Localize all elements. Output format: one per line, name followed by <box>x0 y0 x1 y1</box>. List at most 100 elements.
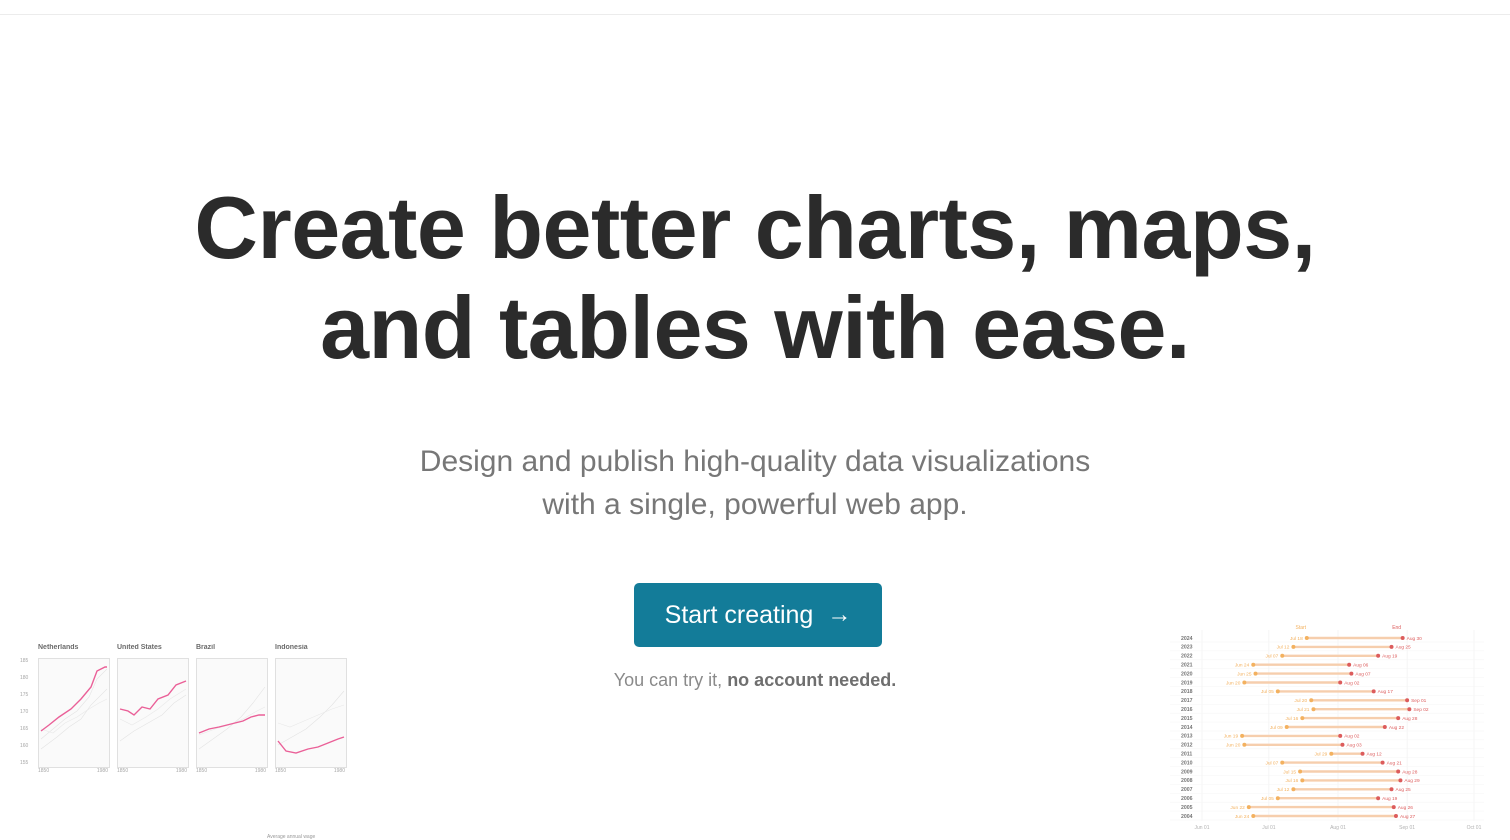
year-label: 2021 <box>1181 663 1193 669</box>
end-label: Aug 30 <box>1407 636 1423 642</box>
end-label: Aug 25 <box>1396 787 1412 793</box>
start-label: Jun 20 <box>1226 743 1241 749</box>
end-point <box>1396 716 1401 721</box>
panel-plot <box>38 658 110 768</box>
year-label: 2005 <box>1181 805 1193 811</box>
year-label: 2009 <box>1181 769 1193 775</box>
x-axis-ticks: 1850 1980 <box>196 768 266 774</box>
start-label: Jul 07 <box>1265 760 1278 766</box>
end-point <box>1391 805 1396 810</box>
line-plot <box>277 690 345 754</box>
end-label: Aug 28 <box>1402 716 1418 722</box>
x-tick: 1850 <box>196 768 208 774</box>
end-point <box>1340 742 1345 747</box>
start-point <box>1300 778 1305 783</box>
end-label: Aug 27 <box>1400 814 1416 820</box>
year-label: 2015 <box>1181 716 1193 722</box>
year-label: 2012 <box>1181 743 1193 749</box>
year-label: 2017 <box>1181 698 1193 704</box>
start-label: Jun 19 <box>1224 734 1239 740</box>
x-tick: 1980 <box>254 768 266 774</box>
start-point <box>1242 680 1247 685</box>
start-label: Jul 18 <box>1290 636 1303 642</box>
year-label: 2016 <box>1181 707 1193 713</box>
x-tick: 1850 <box>117 768 129 774</box>
end-label: Aug 06 <box>1353 663 1369 669</box>
start-label: Jul 05 <box>1261 689 1274 695</box>
start-label: Jul 16 <box>1286 778 1299 784</box>
end-label: Sep 02 <box>1413 707 1429 713</box>
end-label: Sep 01 <box>1411 698 1427 704</box>
end-label: Aug 02 <box>1344 680 1360 686</box>
x-tick: 1980 <box>333 768 345 774</box>
end-point <box>1393 814 1398 818</box>
x-tick-label: Aug 01 <box>1330 825 1346 830</box>
end-point <box>1338 680 1343 685</box>
start-point <box>1309 698 1314 703</box>
start-label: Jul 12 <box>1277 645 1290 651</box>
start-label: Jun 22 <box>1230 805 1245 811</box>
panel-brazil: Brazil 1850 1980 <box>196 640 268 776</box>
start-creating-label: Start creating <box>664 600 814 629</box>
subtitle-line-1: Design and publish high-quality data vis… <box>419 445 1091 478</box>
year-label: 2019 <box>1181 680 1193 686</box>
start-point <box>1329 751 1334 756</box>
year-label: 2023 <box>1181 645 1193 651</box>
start-label: Jun 20 <box>1226 680 1241 686</box>
start-point <box>1275 796 1280 801</box>
start-label: Jun 25 <box>1237 671 1252 677</box>
start-point <box>1242 742 1247 747</box>
y-tick: 160 <box>20 743 29 749</box>
start-label: Jul 21 <box>1297 707 1310 713</box>
end-header: End <box>1392 625 1401 631</box>
end-label: Aug 25 <box>1396 645 1412 651</box>
start-point <box>1291 787 1296 792</box>
year-label: 2010 <box>1181 760 1193 766</box>
end-point <box>1380 760 1385 765</box>
x-axis-ticks: 1850 1980 <box>117 768 187 774</box>
y-tick: 155 <box>20 760 29 766</box>
end-point <box>1405 698 1410 703</box>
panel-netherlands: Netherlands 1850 1980 <box>38 640 110 776</box>
start-point <box>1304 636 1309 640</box>
small-multiples-preview: Netherlands 1850 1980 185 180 175 170 16… <box>20 640 350 785</box>
panel-title: Brazil <box>196 644 216 651</box>
year-label: 2022 <box>1181 654 1193 660</box>
start-creating-button[interactable]: Start creating → <box>634 583 882 647</box>
next-chart-peek: Average annual wage <box>20 830 350 840</box>
x-tick-label: Jul 01 <box>1262 825 1276 830</box>
start-point <box>1280 653 1285 658</box>
start-point <box>1246 805 1251 810</box>
end-label: Aug 12 <box>1367 752 1383 758</box>
end-point <box>1347 662 1352 667</box>
end-label: Aug 02 <box>1344 734 1360 740</box>
end-label: Aug 28 <box>1402 769 1418 775</box>
end-point <box>1398 778 1403 783</box>
top-divider <box>0 14 1510 15</box>
end-point <box>1389 644 1394 649</box>
start-point <box>1251 662 1256 667</box>
start-point <box>1253 671 1258 676</box>
x-tick: 1850 <box>275 768 287 774</box>
end-point <box>1338 733 1343 738</box>
end-point <box>1407 707 1412 712</box>
line-plot <box>40 666 108 750</box>
end-point <box>1360 751 1365 756</box>
year-label: 2007 <box>1181 787 1193 793</box>
end-point <box>1396 769 1401 774</box>
y-tick: 185 <box>20 658 29 664</box>
panel-title: Indonesia <box>275 644 308 651</box>
x-tick-label: Oct 01 <box>1467 825 1482 830</box>
note-prefix: You can try it, <box>613 670 728 690</box>
start-point <box>1240 733 1245 738</box>
y-tick: 175 <box>20 692 29 698</box>
year-label: 2006 <box>1181 796 1193 802</box>
start-label: Jul 20 <box>1294 698 1307 704</box>
year-label: 2013 <box>1181 734 1193 740</box>
start-label: Jul 16 <box>1286 716 1299 722</box>
end-point <box>1371 689 1376 694</box>
start-label: Jun 24 <box>1235 663 1250 669</box>
page-title: Create better charts, maps, and tables w… <box>0 178 1510 378</box>
line-plot <box>119 680 187 742</box>
year-label: 2011 <box>1181 752 1192 758</box>
